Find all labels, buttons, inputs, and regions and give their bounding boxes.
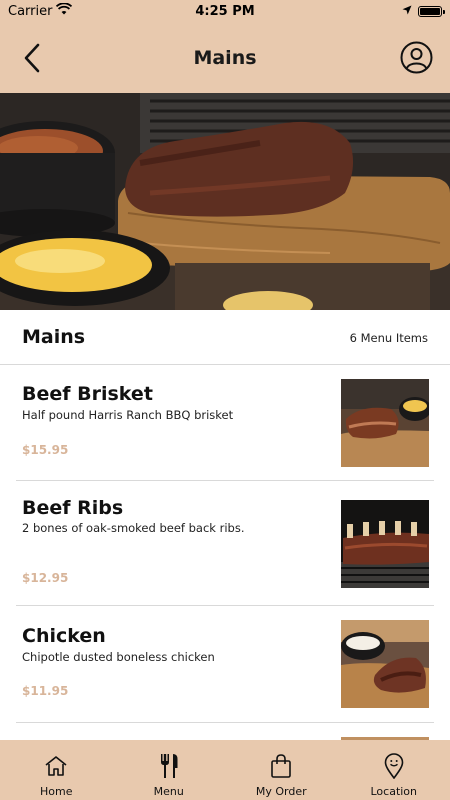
- item-description: Chipotle dusted boneless chicken: [22, 650, 215, 664]
- page-title: Mains: [193, 46, 257, 69]
- user-icon: [400, 41, 433, 74]
- profile-button[interactable]: [400, 41, 433, 74]
- item-name: Beef Brisket: [22, 383, 153, 405]
- tab-menu[interactable]: Menu: [113, 740, 226, 800]
- top-nav-bar: Mains: [0, 22, 450, 93]
- menu-item[interactable]: [16, 723, 434, 740]
- wifi-icon: [56, 2, 73, 19]
- item-image: [341, 379, 429, 467]
- item-price: $11.95: [22, 684, 69, 698]
- chevron-left-icon: [24, 43, 40, 73]
- section-title: Mains: [22, 326, 86, 348]
- item-description: 2 bones of oak-smoked beef back ribs.: [22, 521, 245, 535]
- hero-image: [0, 93, 450, 310]
- status-left: Carrier: [8, 2, 73, 19]
- tab-home[interactable]: Home: [0, 740, 113, 800]
- item-price: $15.95: [22, 443, 69, 457]
- item-name: Chicken: [22, 625, 106, 647]
- item-name: Beef Ribs: [22, 497, 124, 519]
- utensils-icon: [156, 753, 182, 779]
- battery-icon: [418, 5, 445, 17]
- menu-item-count: 6 Menu Items: [349, 331, 428, 345]
- tab-label: Menu: [153, 785, 184, 798]
- section-header: Mains 6 Menu Items: [0, 310, 450, 365]
- menu-item[interactable]: Beef Ribs 2 bones of oak-smoked beef bac…: [16, 481, 434, 606]
- tab-label: Location: [370, 785, 418, 798]
- shopping-bag-icon: [268, 753, 294, 779]
- item-price: $12.95: [22, 571, 69, 585]
- status-right: [402, 4, 445, 19]
- location-arrow-icon: [402, 4, 412, 19]
- menu-item[interactable]: Chicken Chipotle dusted boneless chicken…: [16, 606, 434, 723]
- tab-location[interactable]: Location: [338, 740, 450, 800]
- home-icon: [43, 753, 69, 779]
- tab-my-order[interactable]: My Order: [225, 740, 338, 800]
- tab-label: Home: [40, 785, 73, 798]
- menu-list[interactable]: Beef Brisket Half pound Harris Ranch BBQ…: [0, 365, 450, 740]
- item-description: Half pound Harris Ranch BBQ brisket: [22, 408, 234, 422]
- location-pin-icon: [381, 753, 407, 779]
- item-image: [341, 620, 429, 708]
- item-image: [341, 500, 429, 588]
- menu-item[interactable]: Beef Brisket Half pound Harris Ranch BBQ…: [16, 365, 434, 481]
- tab-label: My Order: [255, 785, 307, 798]
- status-bar: Carrier 4:25 PM: [0, 0, 450, 22]
- back-button[interactable]: [18, 42, 46, 74]
- carrier-label: Carrier: [8, 3, 53, 19]
- bottom-tab-bar: Home Menu My Order Location: [0, 740, 450, 800]
